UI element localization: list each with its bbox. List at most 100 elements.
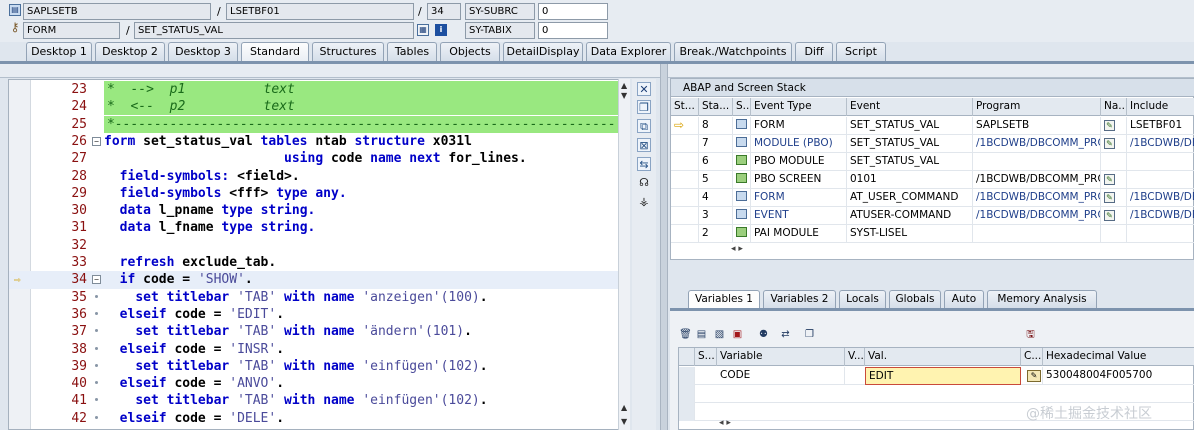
tab-break-watchpoints[interactable]: Break./Watchpoints [674, 42, 792, 61]
col-c[interactable]: C... [1021, 348, 1043, 366]
tab-data-explorer[interactable]: Data Explorer [586, 42, 671, 61]
info-icon[interactable]: i [435, 24, 447, 36]
code-line[interactable]: 37 set titlebar 'TAB' with name 'ändern'… [9, 323, 619, 340]
code-line[interactable]: 26− form set_status_val tables ntab struc… [9, 133, 619, 150]
delete-icon[interactable]: 🗑 [679, 329, 692, 342]
col-stack-level[interactable]: Sta... [699, 98, 733, 116]
code-line[interactable]: 25 *-------------------------------------… [9, 115, 619, 133]
navigate-icon[interactable]: ✎ [1101, 117, 1127, 135]
scroll-down-icon[interactable]: ▼ [621, 91, 627, 100]
col-include[interactable]: Include [1127, 98, 1194, 116]
tab-detaildisplay[interactable]: DetailDisplay [503, 42, 583, 61]
stack-row[interactable]: 3 EVENTATUSER-COMMAND/1BCDWB/DBCOMM_PRO..… [671, 207, 1194, 225]
event-type-field[interactable]: FORM [23, 22, 120, 39]
col-s[interactable]: S... [695, 348, 717, 366]
change-icon[interactable]: ✎ [1024, 367, 1043, 385]
tab-desktop-1[interactable]: Desktop 1 [26, 42, 92, 61]
row-selector[interactable] [679, 367, 695, 385]
sheet-add-icon[interactable]: ▧ [713, 329, 726, 342]
code-line[interactable]: 31 data l_fname type string. [9, 219, 619, 236]
variable-value-input[interactable]: EDIT [865, 367, 1021, 385]
code-line[interactable]: ⇨ 34− if code = 'SHOW'. [9, 271, 619, 289]
new-window-icon[interactable]: ❐ [637, 100, 651, 114]
navigate-icon[interactable]: ✎ [1101, 171, 1127, 189]
tab-tables[interactable]: Tables [387, 42, 437, 61]
tab-script[interactable]: Script [836, 42, 886, 61]
col-v[interactable]: V... [845, 348, 865, 366]
tab-structures[interactable]: Structures [312, 42, 384, 61]
copy-icon[interactable]: ⧉ [637, 119, 651, 133]
close-icon[interactable]: ✕ [637, 82, 651, 96]
navigate-icon[interactable] [1101, 225, 1127, 243]
tab-standard[interactable]: Standard [241, 42, 309, 62]
code-line[interactable]: 29 field-symbols <fff> type any. [9, 185, 619, 202]
variable-row[interactable]: CODE EDIT ✎ 530048004F005700 [679, 367, 1194, 385]
col-program[interactable]: Program [973, 98, 1101, 116]
col-status[interactable]: St... [671, 98, 699, 116]
line-field[interactable]: 34 [427, 3, 461, 20]
headset-icon[interactable]: ☊ [637, 176, 651, 190]
tree-icon[interactable]: ⚉ [757, 329, 770, 342]
col-event[interactable]: Event [847, 98, 973, 116]
stack-row[interactable]: 7 MODULE (PBO) SET_STATUS_VAL/1BCDWB/DBCOM… [671, 135, 1194, 153]
sysvar-name-1[interactable]: SY-SUBRC [465, 3, 535, 20]
col-select[interactable] [679, 348, 695, 366]
row-selector[interactable] [679, 403, 695, 421]
variable-name[interactable]: CODE [717, 367, 845, 385]
tab-variables-1[interactable]: Variables 1 [688, 290, 760, 309]
variable-row[interactable] [679, 385, 1194, 403]
save-variables-icon[interactable]: ▣ [731, 329, 744, 342]
fold-toggle-icon[interactable]: − [92, 275, 101, 285]
code-line[interactable]: 40 elseif code = 'ANVO'. [9, 375, 619, 392]
code-line[interactable]: 35 set titlebar 'TAB' with name 'anzeige… [9, 289, 619, 306]
event-field[interactable]: SET_STATUS_VAL [134, 22, 414, 39]
sheet-icon[interactable]: ▤ [695, 329, 708, 342]
navigate-icon[interactable] [1101, 153, 1127, 171]
code-line[interactable]: 39 set titlebar 'TAB' with name 'einfüge… [9, 358, 619, 375]
code-line[interactable]: 42 elseif code = 'DELE'. [9, 410, 619, 427]
navigate-icon[interactable]: ✎ [1101, 189, 1127, 207]
maximize-icon[interactable]: ⊠ [637, 138, 651, 152]
code-line[interactable]: 41 set titlebar 'TAB' with name 'einfüge… [9, 392, 619, 409]
navigate-icon[interactable]: ✎ [1101, 135, 1127, 153]
source-editor[interactable]: 23 * --> p1 text 24 * <-- p2 text 25 *-------… [8, 79, 630, 430]
code-line[interactable]: 24 * <-- p2 text [9, 98, 619, 116]
scroll-up-icon[interactable]: ▲ [621, 403, 627, 412]
stack-nav[interactable]: ◂ ▸ [731, 244, 743, 254]
tab-objects[interactable]: Objects [440, 42, 500, 61]
swap-icon[interactable]: ⇆ [637, 157, 651, 171]
scroll-up-icon[interactable]: ▲ [621, 81, 627, 90]
tab-diff[interactable]: Diff [795, 42, 833, 61]
tree-icon[interactable]: ⚶ [637, 195, 651, 209]
code-line[interactable]: 32 [9, 237, 619, 254]
variables-nav[interactable]: ◂ ▸ [719, 418, 731, 428]
col-event-type[interactable]: Event Type [751, 98, 847, 116]
program-field[interactable]: SAPLSETB [23, 3, 211, 20]
sysvar-value-1[interactable]: 0 [538, 3, 608, 20]
stack-row[interactable]: 5 PBO SCREEN0101/1BCDWB/DBCOMM_PRO...✎ [671, 171, 1194, 189]
stack-row[interactable]: 4 FORMAT_USER_COMMAND/1BCDWB/DBCOMM_PRO..… [671, 189, 1194, 207]
window-icon[interactable]: ❐ [803, 329, 816, 342]
grid-icon[interactable]: ▦ [417, 24, 429, 36]
code-line[interactable]: 36 elseif code = 'EDIT'. [9, 306, 619, 323]
col-hex-value[interactable]: Hexadecimal Value [1043, 348, 1194, 366]
code-line[interactable]: 30 data l_pname type string. [9, 202, 619, 219]
stack-row[interactable]: 6 PBO MODULE SET_STATUS_VAL [671, 153, 1194, 171]
tab-desktop-2[interactable]: Desktop 2 [95, 42, 165, 61]
row-selector[interactable] [679, 385, 695, 403]
tab-variables-2[interactable]: Variables 2 [763, 290, 836, 308]
col-nav[interactable]: Na... [1101, 98, 1127, 116]
tab-locals[interactable]: Locals [839, 290, 886, 308]
include-field[interactable]: LSETBF01 [226, 3, 414, 20]
tab-globals[interactable]: Globals [889, 290, 941, 308]
save-icon[interactable]: 🖫 [1024, 329, 1037, 342]
stack-row[interactable]: ⇨ 8 FORM SET_STATUS_VAL SAPLSETB ✎ LSETBF01 [671, 117, 1194, 135]
col-s[interactable]: S... [733, 98, 751, 116]
code-line[interactable]: 33 refresh exclude_tab. [9, 254, 619, 271]
code-line[interactable]: 23 * --> p1 text [9, 81, 619, 98]
col-variable[interactable]: Variable [717, 348, 845, 366]
stack-row[interactable]: 2 PAI MODULE SYST-LISEL [671, 225, 1194, 243]
tab-auto[interactable]: Auto [944, 290, 984, 308]
code-line[interactable]: 27 using code name next for_lines. [9, 150, 619, 167]
tab-desktop-3[interactable]: Desktop 3 [168, 42, 238, 61]
